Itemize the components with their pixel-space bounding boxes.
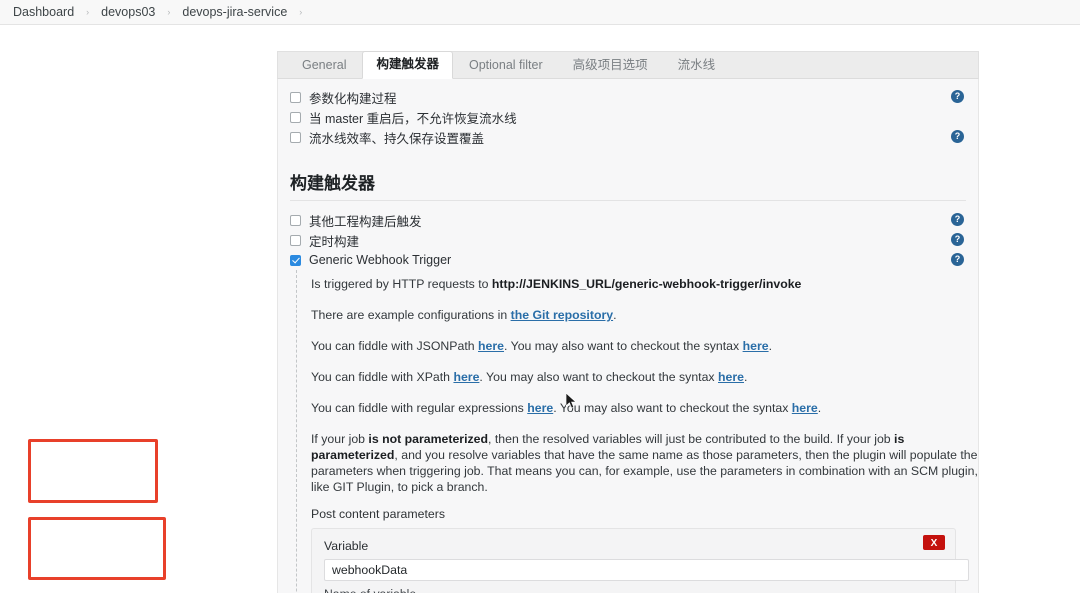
config-tab-bar: General 构建触发器 Optional filter 高级项目选项 流水线 xyxy=(277,51,979,79)
help-icon-build-periodically[interactable]: ? xyxy=(951,233,964,246)
config-panel-content: 参数化构建过程 ? 当 master 重启后，不允许恢复流水线 流水线效率、持久… xyxy=(278,79,978,593)
link-regex-fiddle[interactable]: here xyxy=(527,401,553,415)
link-git-repository[interactable]: the Git repository xyxy=(511,308,614,322)
option-row-pipeline-speed-durability[interactable]: 流水线效率、持久保存设置覆盖 ? xyxy=(278,127,978,147)
mouse-cursor xyxy=(566,393,577,409)
help-icon-pipeline-speed-durability[interactable]: ? xyxy=(951,130,964,143)
help-paragraph-regex: You can fiddle with regular expressions … xyxy=(311,400,978,416)
help-text-middle: , then the resolved variables will just … xyxy=(488,432,895,446)
help-text-suffix: , and you resolve variables that have th… xyxy=(311,448,978,494)
post-content-parameters-heading: Post content parameters xyxy=(311,507,445,521)
webhook-url: http://JENKINS_URL/generic-webhook-trigg… xyxy=(491,277,802,291)
checkbox-generic-webhook-trigger[interactable] xyxy=(290,254,301,266)
breadcrumb: Dashboard › devops03 › devops-jira-servi… xyxy=(0,0,1080,25)
help-text-prefix: You can fiddle with regular expressions xyxy=(311,401,528,415)
tab-optional-filter[interactable]: Optional filter xyxy=(455,52,557,79)
trigger-row-generic-webhook-trigger[interactable]: Generic Webhook Trigger ? xyxy=(278,250,978,270)
link-xpath-fiddle[interactable]: here xyxy=(453,370,479,384)
emphasis-not-parameterized: is not parameterized xyxy=(368,432,489,446)
variable-field-hint: Name of variable xyxy=(324,587,943,593)
checkbox-after-other-projects[interactable] xyxy=(290,214,301,226)
help-text-suffix: . xyxy=(743,370,748,384)
help-text-suffix: . xyxy=(613,308,617,322)
option-row-parameterized-build[interactable]: 参数化构建过程 ? xyxy=(278,87,978,107)
trigger-row-build-periodically[interactable]: 定时构建 ? xyxy=(278,230,978,250)
trigger-label-generic-webhook-trigger: Generic Webhook Trigger xyxy=(309,253,452,267)
help-paragraph-parameterization: If your job is not parameterized, then t… xyxy=(311,431,978,495)
help-text-middle: . You may also want to checkout the synt… xyxy=(504,339,743,353)
breadcrumb-item-dashboard[interactable]: Dashboard xyxy=(9,5,78,19)
help-text-middle: . You may also want to checkout the synt… xyxy=(553,401,792,415)
breadcrumb-item-devops03[interactable]: devops03 xyxy=(97,5,159,19)
breadcrumb-separator-trailing: › xyxy=(299,7,303,17)
trigger-label-build-periodically: 定时构建 xyxy=(309,234,360,249)
help-text-prefix: If your job xyxy=(311,432,369,446)
help-text-prefix: You can fiddle with XPath xyxy=(311,370,454,384)
checkbox-pipeline-speed-durability[interactable] xyxy=(290,131,301,143)
link-jsonpath-fiddle[interactable]: here xyxy=(478,339,504,353)
tab-general[interactable]: General xyxy=(288,52,360,79)
help-paragraph-http-trigger: Is triggered by HTTP requests to http://… xyxy=(311,276,978,292)
checkbox-build-periodically[interactable] xyxy=(290,234,301,246)
help-icon-generic-webhook-trigger[interactable]: ? xyxy=(951,253,964,266)
help-icon-parameterized-build[interactable]: ? xyxy=(951,90,964,103)
help-paragraph-xpath: You can fiddle with XPath here. You may … xyxy=(311,369,978,385)
help-text-middle: . You may also want to checkout the synt… xyxy=(479,370,718,384)
breadcrumb-separator: › xyxy=(167,7,171,17)
section-divider xyxy=(290,200,966,201)
annotation-box-variable xyxy=(28,439,158,503)
post-content-parameter-block: X Variable Name of variable Expression J… xyxy=(311,528,969,593)
variable-field-label: Variable xyxy=(324,539,369,553)
page-body: General 构建触发器 Optional filter 高级项目选项 流水线… xyxy=(0,25,1080,593)
trigger-label-after-other-projects: 其他工程构建后触发 xyxy=(309,214,422,229)
option-label-pipeline-speed-durability: 流水线效率、持久保存设置覆盖 xyxy=(309,131,485,146)
help-text-suffix: . xyxy=(817,401,822,415)
annotation-box-expression xyxy=(28,517,166,580)
tab-build-triggers[interactable]: 构建触发器 xyxy=(362,51,453,79)
help-text-prefix: There are example configurations in xyxy=(311,308,511,322)
tab-advanced-project-options[interactable]: 高级项目选项 xyxy=(559,52,662,79)
trigger-row-after-other-projects[interactable]: 其他工程构建后触发 ? xyxy=(278,210,978,230)
checkbox-no-resume-on-master-restart[interactable] xyxy=(290,111,301,123)
help-text-suffix: . xyxy=(768,339,772,353)
option-label-no-resume-on-master-restart: 当 master 重启后，不允许恢复流水线 xyxy=(309,111,517,126)
section-title-build-triggers: 构建触发器 xyxy=(290,174,375,193)
help-paragraph-jsonpath: You can fiddle with JSONPath here. You m… xyxy=(311,338,978,354)
tab-pipeline[interactable]: 流水线 xyxy=(664,52,730,79)
help-text-prefix: Is triggered by HTTP requests to xyxy=(311,277,492,291)
checkbox-parameterized-build[interactable] xyxy=(290,91,301,103)
help-paragraph-examples: There are example configurations in the … xyxy=(311,307,978,323)
breadcrumb-item-devops-jira-service[interactable]: devops-jira-service xyxy=(178,5,291,19)
link-jsonpath-syntax[interactable]: here xyxy=(743,339,769,353)
delete-parameter-button[interactable]: X xyxy=(923,535,945,550)
link-xpath-syntax[interactable]: here xyxy=(718,370,744,384)
help-icon-after-other-projects[interactable]: ? xyxy=(951,213,964,226)
variable-input[interactable] xyxy=(324,559,969,581)
link-regex-syntax[interactable]: here xyxy=(792,401,818,415)
help-text-prefix: You can fiddle with JSONPath xyxy=(311,339,479,353)
option-label-parameterized-build: 参数化构建过程 xyxy=(309,91,397,106)
generic-webhook-trigger-details: Is triggered by HTTP requests to http://… xyxy=(296,270,978,593)
option-row-no-resume-on-master-restart[interactable]: 当 master 重启后，不允许恢复流水线 xyxy=(278,107,978,127)
breadcrumb-separator: › xyxy=(86,7,90,17)
